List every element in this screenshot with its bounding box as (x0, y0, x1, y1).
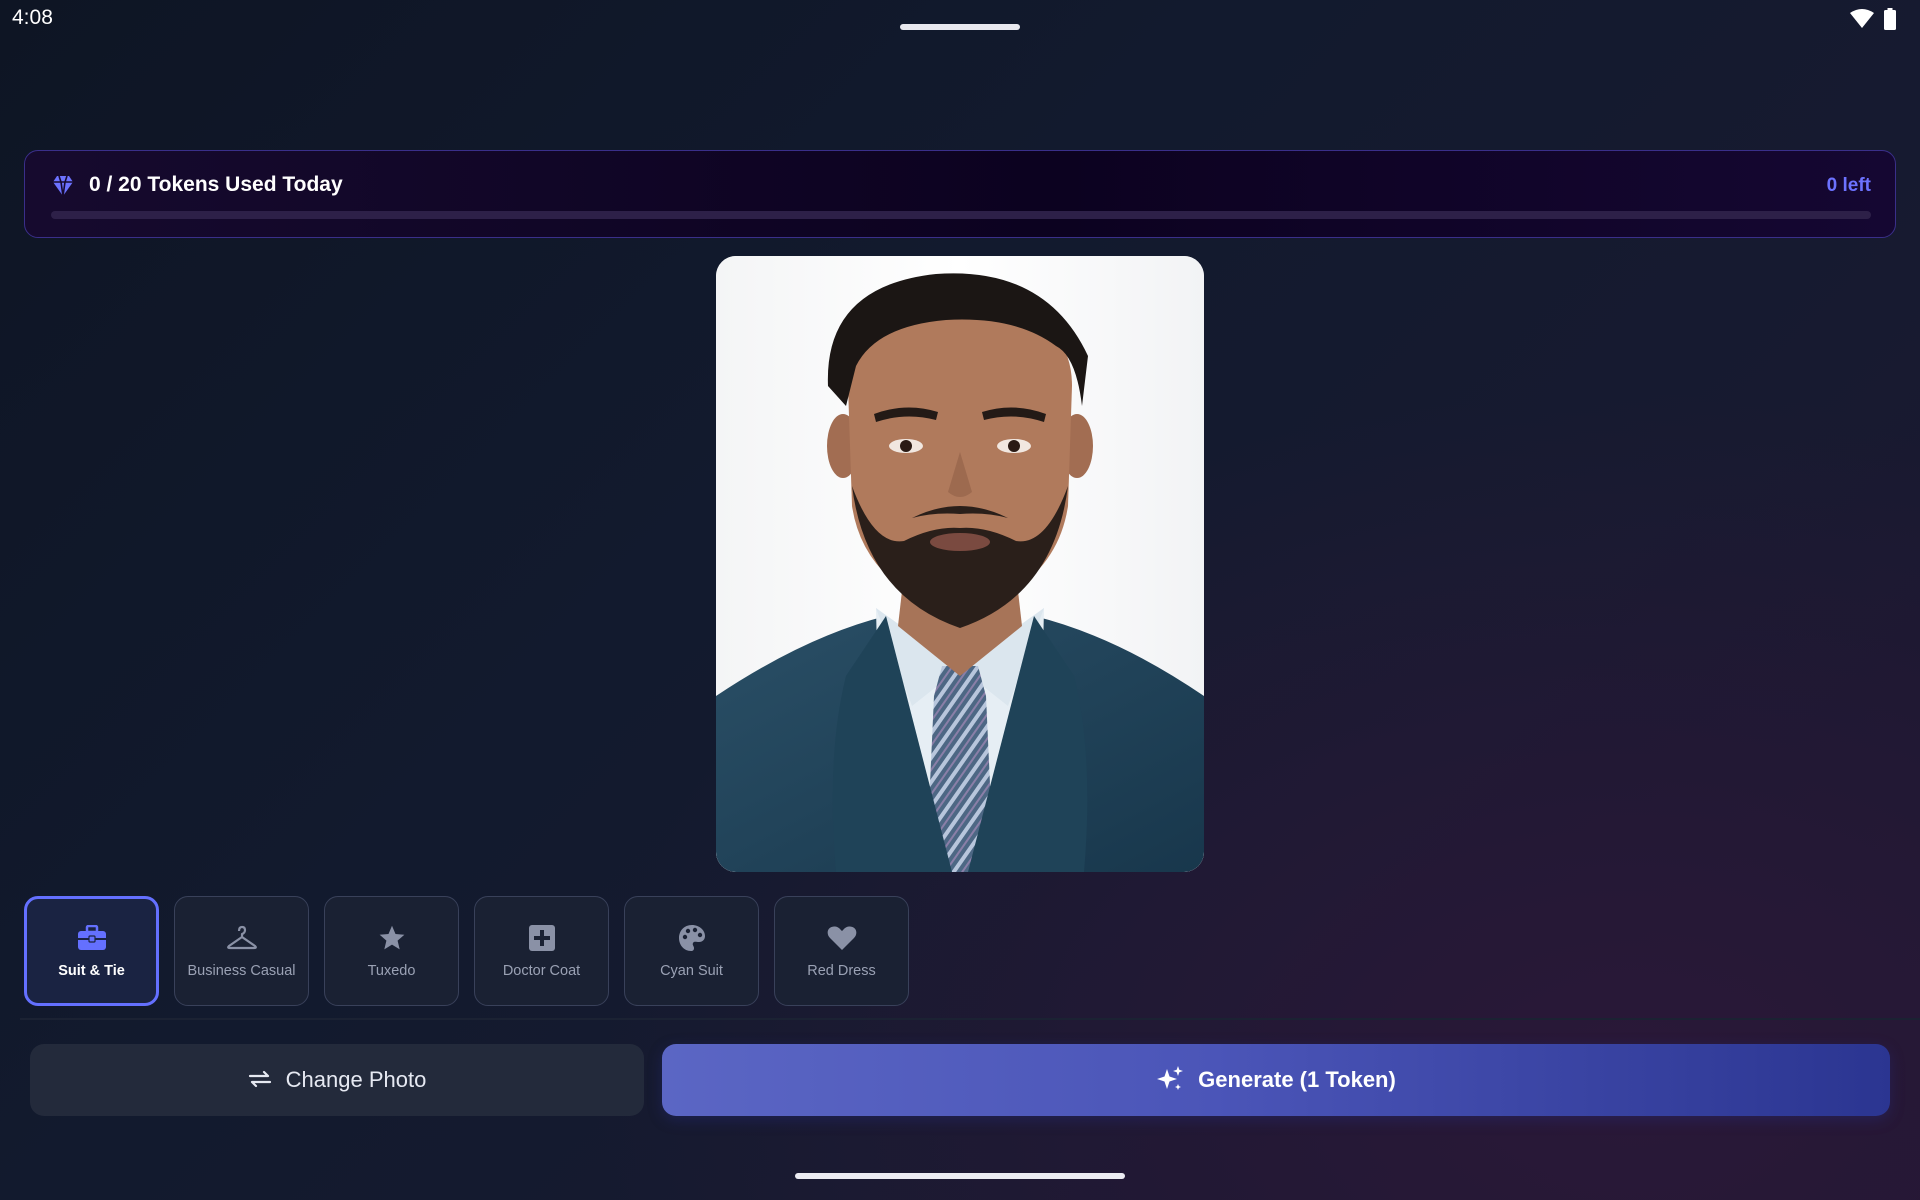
portrait-photo (716, 256, 1204, 872)
style-option-label: Red Dress (807, 963, 876, 979)
style-option-label: Cyan Suit (660, 963, 723, 979)
style-option-label: Doctor Coat (502, 963, 581, 979)
generate-button[interactable]: Generate (1 Token) (662, 1044, 1890, 1116)
token-usage-text: 0 / 20 Tokens Used Today (89, 173, 343, 196)
status-time: 4:08 (12, 6, 53, 29)
status-handle (900, 24, 1020, 30)
style-option-red-dress[interactable]: Red Dress (774, 896, 909, 1006)
status-icons (1850, 8, 1896, 35)
style-option-label: Business Casual (187, 963, 296, 979)
change-photo-button[interactable]: Change Photo (30, 1044, 644, 1116)
diamond-icon (51, 175, 75, 202)
home-indicator[interactable] (795, 1173, 1125, 1179)
change-photo-label: Change Photo (285, 1067, 427, 1092)
wifi-icon (1850, 9, 1874, 34)
medical-cross-icon (527, 923, 557, 953)
token-progress-bar (51, 211, 1871, 219)
style-option-cyan-suit[interactable]: Cyan Suit (624, 896, 759, 1006)
battery-icon (1884, 8, 1896, 35)
style-selector: Suit & Tie Business Casual Tuxedo Doctor… (24, 896, 909, 1006)
token-usage-banner: 0 / 20 Tokens Used Today 0 left (24, 150, 1896, 238)
briefcase-icon (77, 923, 107, 953)
style-option-suit-tie[interactable]: Suit & Tie (24, 896, 159, 1006)
generate-label: Generate (1 Token) (1198, 1067, 1396, 1092)
swap-icon (248, 1069, 272, 1092)
star-icon (377, 923, 407, 953)
style-option-doctor-coat[interactable]: Doctor Coat (474, 896, 609, 1006)
sparkles-icon (1156, 1065, 1184, 1096)
hanger-icon (226, 923, 257, 953)
style-option-tuxedo[interactable]: Tuxedo (324, 896, 459, 1006)
photo-preview[interactable] (716, 256, 1204, 872)
section-divider (20, 1018, 1920, 1020)
palette-icon (677, 923, 707, 953)
heart-icon (827, 923, 857, 953)
tokens-left-text: 0 left (1826, 175, 1871, 196)
style-option-label: Suit & Tie (58, 963, 125, 979)
status-bar: 4:08 (0, 0, 1920, 40)
style-option-label: Tuxedo (367, 963, 416, 979)
style-option-business-casual[interactable]: Business Casual (174, 896, 309, 1006)
